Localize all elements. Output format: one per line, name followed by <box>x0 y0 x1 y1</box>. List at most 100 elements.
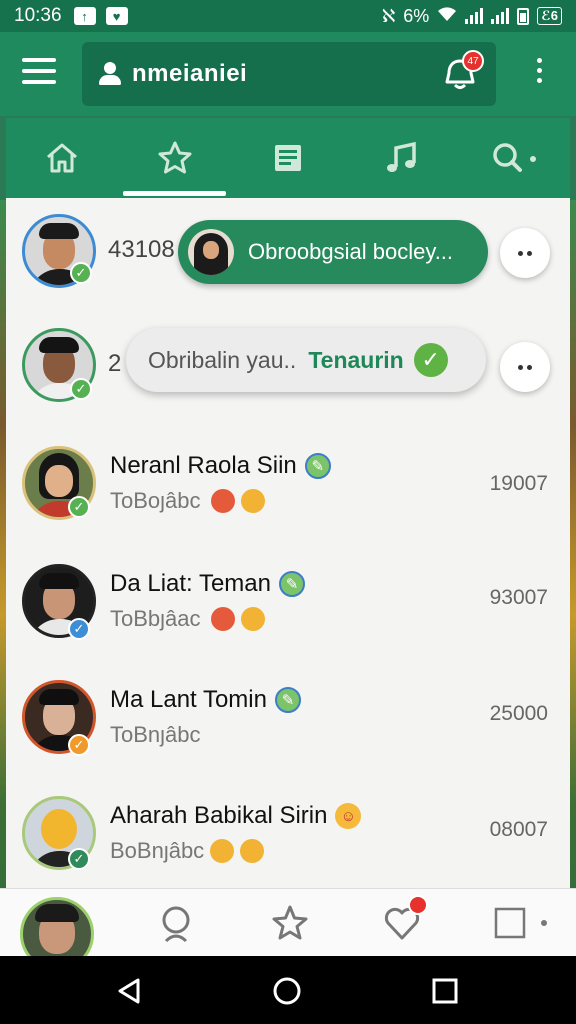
battery-icon <box>517 7 530 25</box>
tab-favorites[interactable] <box>119 118 232 198</box>
status-right-group: ℵ 6% ℰ6 <box>382 6 562 27</box>
row-number: 08007 <box>489 818 548 841</box>
contact-name-text: Ma Lant Tomin <box>110 686 267 713</box>
contact-subtitle: ToBoȷâbc <box>110 488 265 514</box>
wifi-icon <box>437 6 457 27</box>
subtitle-text: ToBoȷâbc <box>110 488 201 513</box>
bubble-text: Obribalin yau.. <box>148 346 297 373</box>
list-item[interactable]: ✓ Neranl Raola Siin ✎ ToBoȷâbc 19007 <box>6 430 570 546</box>
contact-subtitle: BoBnȷâbc <box>110 838 265 864</box>
shield-notification-icon: ♥ <box>105 7 128 25</box>
notification-badge: 47 <box>462 50 484 72</box>
list-item[interactable]: ✓ Ma Lant Tomin ✎ ToBnȷâbc 25000 <box>6 662 570 778</box>
contact-name: Neranl Raola Siin ✎ <box>110 452 331 480</box>
nav-likes[interactable] <box>382 895 428 943</box>
music-icon <box>386 141 416 172</box>
feed-icon <box>274 145 301 171</box>
message-bubble[interactable]: Obroobgsial bocley... <box>178 220 488 284</box>
system-navigation-bar <box>0 956 576 1024</box>
star-icon <box>158 141 192 174</box>
face-emoji-icon-2 <box>240 839 265 863</box>
verified-badge: ✓ <box>68 734 90 756</box>
leaf-emoji-icon: ✎ <box>274 687 301 713</box>
bubble-avatar <box>188 229 234 275</box>
more-options-button[interactable] <box>500 228 550 278</box>
account-name: nmeianiei <box>132 60 248 87</box>
conversation-list: ✓ 43108 Obroobgsial bocley... ✓ 2 Obriba… <box>6 198 570 888</box>
list-item[interactable]: ✓ Aharah Babikal Sirin ☺ BoBnȷâbc 08007 <box>6 778 570 894</box>
bubble-action[interactable]: Tenaurin <box>308 347 403 374</box>
search-icon <box>492 143 536 172</box>
verified-badge: ✓ <box>70 262 92 284</box>
nav-search[interactable] <box>158 903 198 943</box>
account-switcher[interactable]: nmeianiei 47 <box>82 42 496 106</box>
contact-name: Aharah Babikal Sirin ☺ <box>110 802 362 830</box>
star-icon <box>272 905 308 940</box>
face-emoji-icon-2 <box>240 489 265 513</box>
status-bar: 10:36 ↑ ♥ ℵ 6% ℰ6 <box>0 0 576 32</box>
verified-badge: ✓ <box>68 496 90 518</box>
tab-search[interactable] <box>457 118 570 198</box>
notification-button[interactable]: 47 <box>442 50 484 92</box>
face-emoji-icon-2 <box>240 607 265 631</box>
leaf-emoji-icon: ✎ <box>278 571 305 597</box>
vibrate-icon: ℵ <box>381 5 396 26</box>
nav-more[interactable] <box>494 903 554 943</box>
verified-badge: ✓ <box>70 378 92 400</box>
row-count: 43108 <box>108 236 175 263</box>
contact-name-text: Neranl Raola Siin <box>110 452 297 479</box>
tab-music[interactable] <box>344 118 457 198</box>
tab-feed[interactable] <box>232 118 345 198</box>
user-icon <box>98 62 122 86</box>
contact-name-text: Aharah Babikal Sirin <box>110 802 328 829</box>
home-icon <box>47 143 78 173</box>
subtitle-text: BoBnȷâbc <box>110 838 205 863</box>
verified-badge: ✓ <box>68 618 90 640</box>
list-item[interactable]: ✓ Da Liat: Teman ✎ ToBbȷâac 93007 <box>6 546 570 662</box>
signal-icon-2 <box>491 8 510 24</box>
list-item[interactable]: ✓ 43108 Obroobgsial bocley... <box>6 198 570 314</box>
more-options-button[interactable] <box>500 342 550 392</box>
bubble-text: Obroobgsial bocley... <box>248 239 454 264</box>
back-button[interactable] <box>114 976 144 1006</box>
status-box-icon: ℰ6 <box>537 7 562 25</box>
signal-icon <box>465 8 484 24</box>
square-icon <box>494 907 547 939</box>
row-number: 19007 <box>489 472 548 495</box>
face-emoji-icon <box>210 839 235 863</box>
status-time: 10:36 <box>14 5 62 26</box>
app-bar: nmeianiei 47 <box>0 32 576 116</box>
contact-subtitle: ToBnȷâbc <box>110 722 201 748</box>
leaf-emoji-icon: ✎ <box>304 453 331 479</box>
home-circle-icon <box>273 977 301 1005</box>
face-emoji-icon <box>210 607 235 631</box>
grin-emoji-icon: ☺ <box>335 803 362 829</box>
search-icon <box>162 906 190 943</box>
check-icon: ✓ <box>413 343 448 377</box>
likes-badge <box>408 895 428 915</box>
reply-bubble[interactable]: Obribalin yau.. Tenaurin ✓ <box>126 328 486 392</box>
menu-icon[interactable] <box>22 58 56 86</box>
back-icon <box>118 978 140 1004</box>
home-button[interactable] <box>272 976 302 1006</box>
contact-subtitle: ToBbȷâac <box>110 606 265 632</box>
battery-percent: 6% <box>403 5 430 26</box>
contact-name: Ma Lant Tomin ✎ <box>110 686 301 714</box>
nav-favorites[interactable] <box>270 903 310 943</box>
contact-name: Da Liat: Teman ✎ <box>110 570 305 598</box>
row-number: 25000 <box>489 702 548 725</box>
recents-icon <box>432 978 458 1004</box>
more-vert-icon[interactable] <box>530 58 548 88</box>
contact-name-text: Da Liat: Teman <box>110 570 271 597</box>
row-count: 2 <box>108 350 122 377</box>
subtitle-text: ToBbȷâac <box>110 606 201 631</box>
tab-bar <box>6 118 570 198</box>
recents-button[interactable] <box>430 976 460 1006</box>
bottom-navigation <box>0 888 576 971</box>
row-number: 93007 <box>489 586 548 609</box>
subtitle-text: ToBnȷâbc <box>110 722 201 747</box>
upload-notification-icon: ↑ <box>73 7 96 25</box>
face-emoji-icon <box>210 489 235 513</box>
verified-badge: ✓ <box>68 848 90 870</box>
tab-home[interactable] <box>6 118 119 198</box>
